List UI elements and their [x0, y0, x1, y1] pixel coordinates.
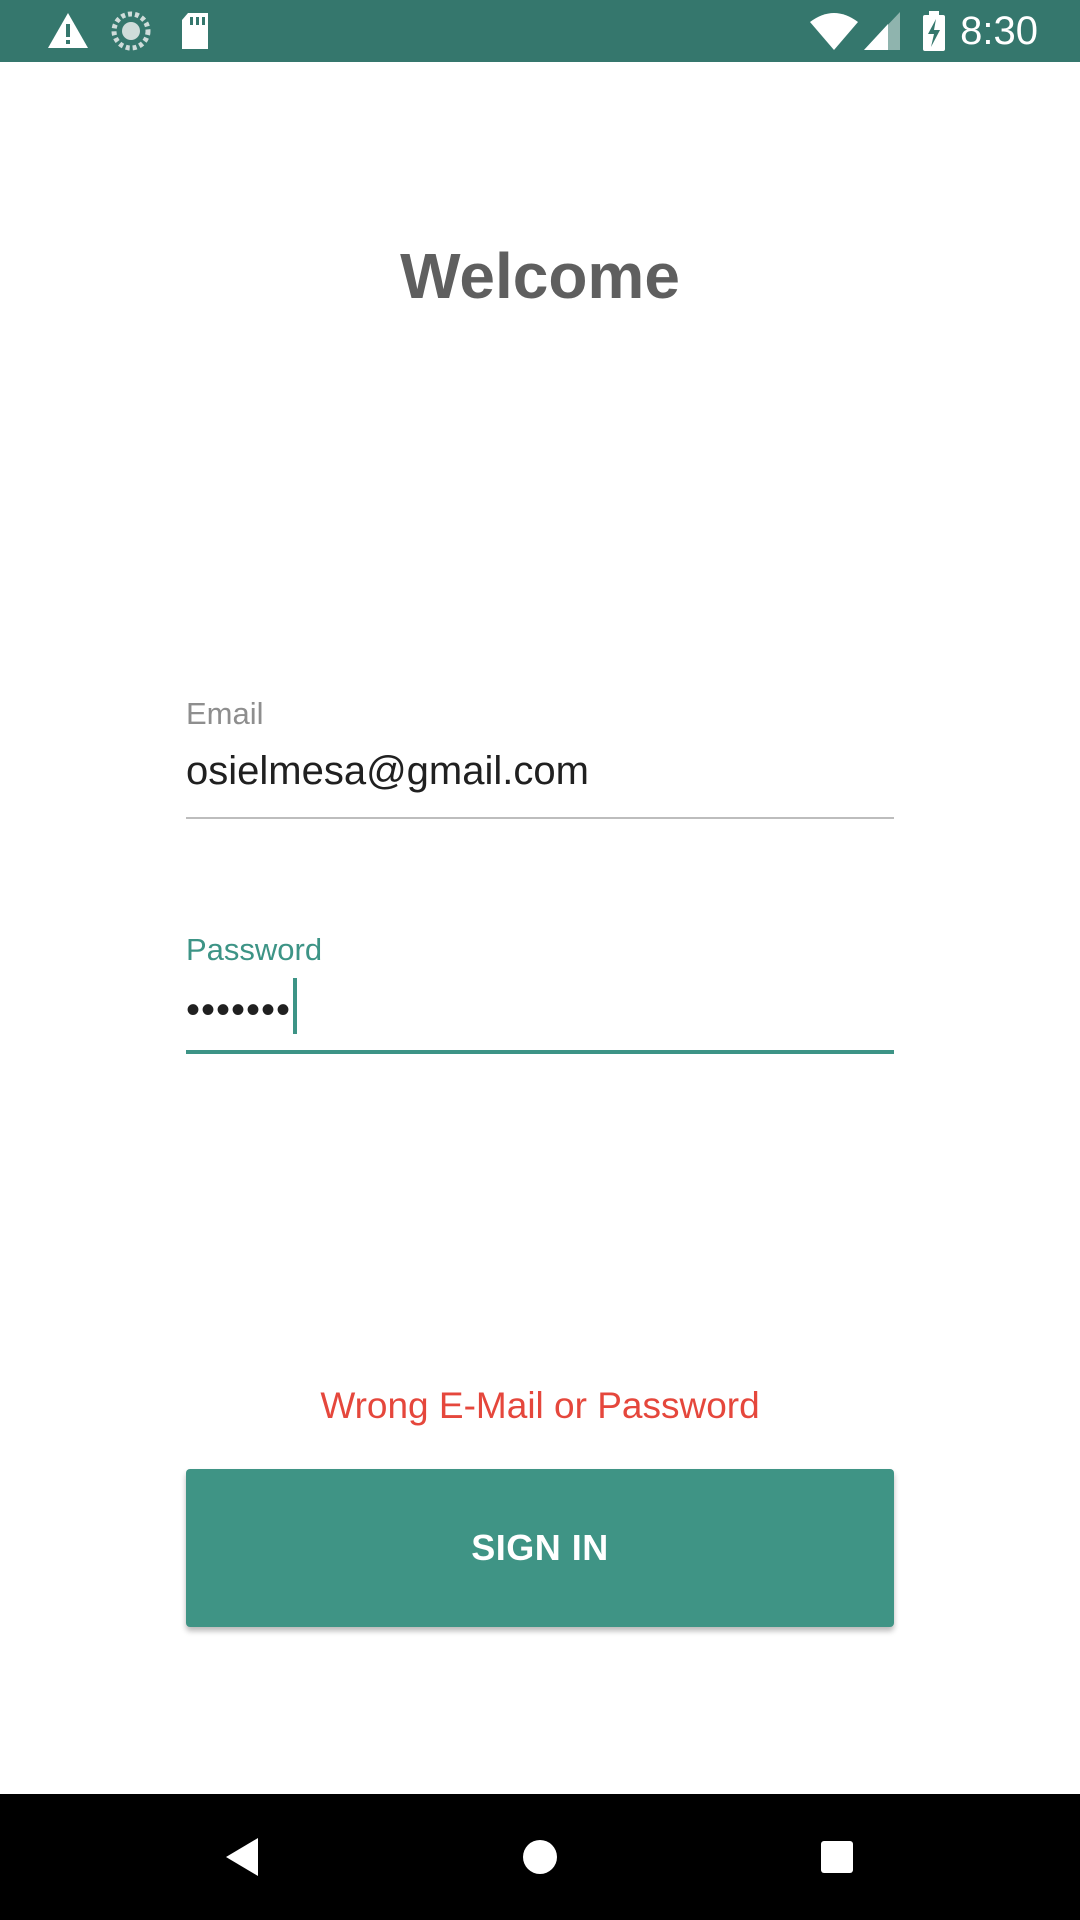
email-underline [186, 817, 894, 819]
page-title: Welcome [400, 240, 680, 312]
password-input[interactable]: ••••••• [186, 978, 894, 1038]
navigation-bar [0, 1794, 1080, 1920]
sd-card-icon [182, 13, 208, 49]
email-input[interactable]: osielmesa@gmail.com [186, 746, 894, 802]
home-icon[interactable] [515, 1832, 565, 1882]
email-label: Email [186, 696, 264, 731]
battery-charging-icon [923, 11, 945, 51]
status-time: 8:30 [960, 9, 1038, 53]
wifi-icon [810, 13, 858, 50]
email-field[interactable]: Email osielmesa@gmail.com [186, 696, 894, 819]
back-icon[interactable] [218, 1832, 268, 1882]
recents-icon[interactable] [812, 1832, 862, 1882]
error-message: Wrong E-Mail or Password [320, 1385, 760, 1426]
warning-icon [48, 13, 88, 48]
password-underline [186, 1050, 894, 1054]
text-cursor [293, 978, 298, 1034]
sync-icon [111, 11, 151, 51]
signal-icon [864, 12, 900, 50]
password-masked-value: ••••••• [186, 988, 292, 1032]
status-bar: 8:30 [0, 0, 1080, 62]
sign-in-button[interactable]: SIGN IN [186, 1469, 894, 1627]
password-label: Password [186, 932, 323, 967]
password-field[interactable]: Password ••••••• [186, 932, 894, 1054]
